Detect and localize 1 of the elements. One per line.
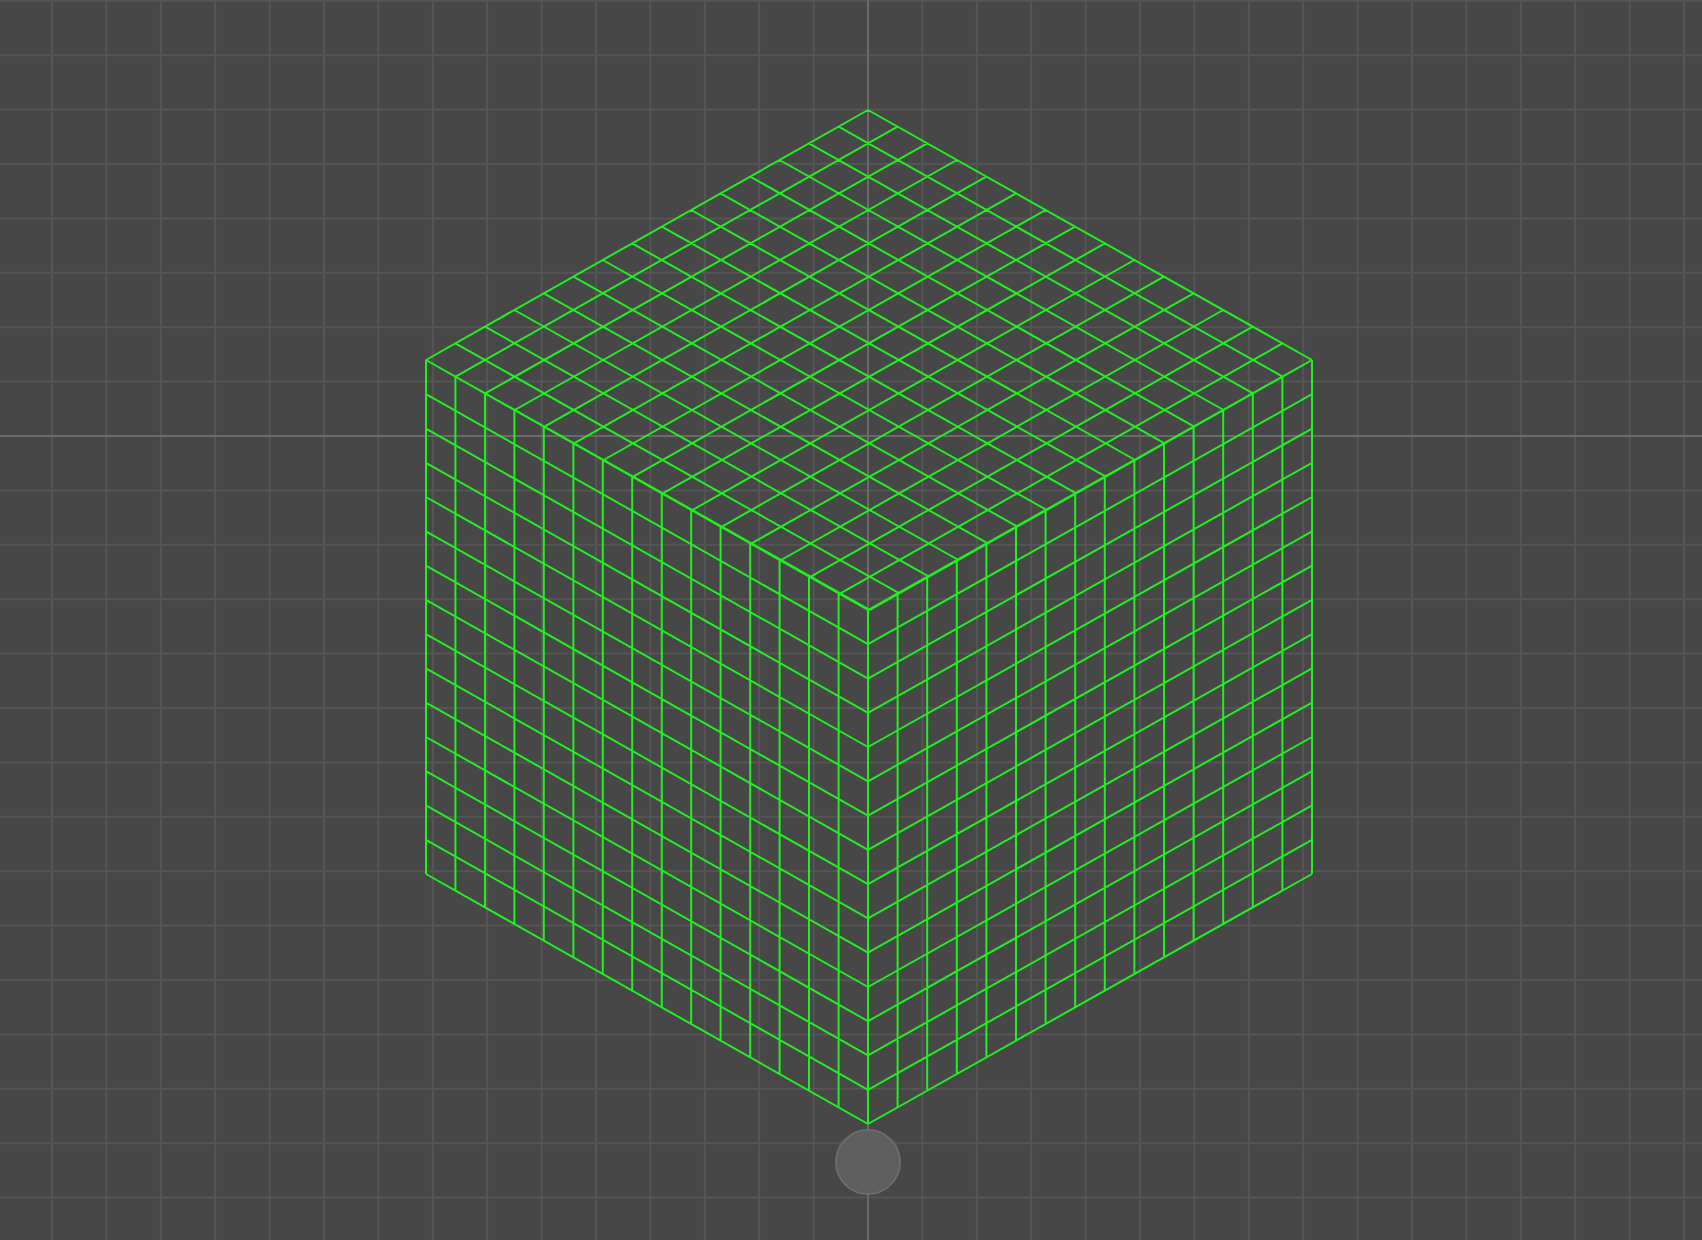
scene-viewport[interactable] <box>0 0 1702 1240</box>
